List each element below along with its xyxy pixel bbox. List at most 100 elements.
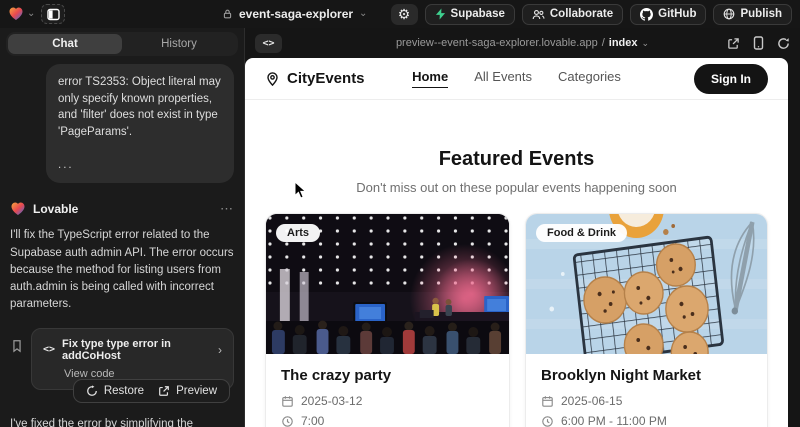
assistant-name: Lovable (33, 202, 78, 216)
clock-icon (541, 415, 554, 427)
lock-icon (222, 8, 233, 20)
preview-pane: <> preview--event-saga-explorer.lovable.… (245, 28, 800, 427)
site-brand-name: CityEvents (287, 70, 365, 87)
event-card-crazy-party[interactable]: Arts The crazy party 2025-03-1 (265, 213, 510, 427)
github-icon (640, 8, 653, 21)
preview-toolbar: <> preview--event-saga-explorer.lovable.… (245, 28, 800, 58)
chevron-right-icon: › (218, 343, 222, 357)
event-title: Brooklyn Night Market (541, 367, 752, 384)
restore-button[interactable]: Restore (86, 385, 144, 397)
main-split: Chat History error TS2353: Object litera… (0, 28, 800, 427)
collaborate-label: Collaborate (550, 8, 613, 20)
section-subtitle: Don't miss out on these popular events h… (245, 180, 788, 195)
event-date: 2025-06-15 (561, 394, 622, 408)
category-badge: Food & Drink (536, 224, 627, 242)
clock-icon (281, 415, 294, 427)
assistant-header: Lovable ⋯ (10, 201, 234, 217)
event-image-cookies: Food & Drink (526, 214, 767, 354)
globe-icon (723, 8, 735, 20)
preview-label: Preview (176, 385, 217, 397)
message-overflow-menu[interactable]: ⋯ (220, 201, 234, 217)
sign-in-button[interactable]: Sign In (694, 64, 768, 94)
chat-sidebar: Chat History error TS2353: Object litera… (0, 28, 245, 427)
calendar-icon (541, 395, 554, 408)
toggle-sidebar-button[interactable] (41, 4, 65, 24)
nav-all-events[interactable]: All Events (474, 69, 532, 88)
chevron-down-icon: ⌄ (359, 9, 367, 19)
event-time: 6:00 PM - 11:00 PM (561, 414, 667, 427)
github-button[interactable]: GitHub (630, 4, 706, 25)
site-iframe: CityEvents Home All Events Categories Si… (245, 58, 788, 427)
event-card-body: The crazy party 2025-03-12 (266, 354, 509, 427)
gear-icon: ⚙ (398, 6, 411, 23)
event-image-concert: Arts (266, 214, 509, 354)
lovable-logo-menu[interactable]: ⌄ (8, 6, 35, 22)
chevron-down-icon: ⌄ (642, 38, 650, 49)
event-title: The crazy party (281, 367, 494, 384)
supabase-bolt-icon (435, 8, 446, 20)
section-title: Featured Events (245, 148, 788, 171)
tab-chat[interactable]: Chat (8, 34, 122, 54)
preview-url-host: preview--event-saga-explorer.lovable.app (396, 37, 598, 49)
event-cards-grid: Arts The crazy party 2025-03-1 (245, 213, 788, 427)
lovable-app-window: ⌄ event-saga-explorer ⌄ ⚙ (0, 0, 800, 427)
code-change-block: <> Fix type type error in addCoHost › Vi… (10, 328, 234, 390)
event-meta: 2025-03-12 7:00 (281, 394, 494, 427)
path-separator: / (602, 37, 605, 49)
external-link-icon (158, 385, 170, 397)
project-switcher[interactable]: event-saga-explorer ⌄ (222, 0, 367, 28)
site-brand[interactable]: CityEvents (265, 70, 365, 87)
github-label: GitHub (658, 8, 696, 20)
version-toolbar: Restore Preview (73, 379, 230, 403)
event-meta: 2025-06-15 6:00 PM - 11:00 PM (541, 394, 752, 427)
supabase-button[interactable]: Supabase (425, 4, 515, 25)
site-header: CityEvents Home All Events Categories Si… (245, 58, 788, 100)
bookmark-icon[interactable] (10, 338, 24, 354)
lovable-heart-icon (10, 201, 26, 217)
lovable-heart-icon (8, 6, 24, 22)
project-name: event-saga-explorer (239, 7, 353, 21)
summary-text: I've fixed the error by simplifying the … (10, 418, 193, 427)
event-date-row: 2025-03-12 (281, 394, 494, 408)
restore-label: Restore (104, 385, 144, 397)
view-code-link[interactable]: View code (64, 368, 222, 380)
collaborate-people-icon (532, 9, 545, 20)
fix-card-title: Fix type type error in addCoHost (62, 338, 211, 362)
preview-url-bar[interactable]: preview--event-saga-explorer.lovable.app… (245, 28, 800, 58)
calendar-icon (281, 395, 294, 408)
category-badge: Arts (276, 224, 320, 242)
code-icon: <> (43, 344, 55, 355)
nav-categories[interactable]: Categories (558, 69, 621, 88)
publish-label: Publish (740, 8, 782, 20)
event-card-brooklyn-market[interactable]: Food & Drink Brooklyn Night Market (525, 213, 768, 427)
user-error-message: error TS2353: Object literal may only sp… (46, 64, 234, 183)
collaborate-button[interactable]: Collaborate (522, 4, 623, 25)
chevron-down-icon: ⌄ (27, 9, 35, 19)
chat-thread[interactable]: error TS2353: Object literal may only sp… (0, 58, 244, 427)
publish-button[interactable]: Publish (713, 4, 792, 25)
event-date: 2025-03-12 (301, 394, 362, 408)
event-date-row: 2025-06-15 (541, 394, 752, 408)
restore-icon (86, 385, 98, 397)
settings-button[interactable]: ⚙ (391, 4, 418, 25)
sidebar-tabs: Chat History (6, 32, 238, 56)
tab-history[interactable]: History (122, 34, 236, 54)
event-time-row: 6:00 PM - 11:00 PM (541, 414, 752, 427)
top-bar: ⌄ event-saga-explorer ⌄ ⚙ (0, 0, 800, 28)
preview-button[interactable]: Preview (158, 385, 217, 397)
event-card-body: Brooklyn Night Market 2025-06-15 (526, 354, 767, 427)
fix-card-header: <> Fix type type error in addCoHost › (43, 338, 222, 362)
assistant-summary-message: I've fixed the error by simplifying the … (10, 416, 234, 427)
nav-home[interactable]: Home (412, 69, 448, 88)
preview-page-name: index (609, 37, 638, 49)
top-bar-left: ⌄ (8, 4, 65, 24)
error-ellipsis: ... (58, 157, 222, 174)
panel-layout-icon (47, 8, 60, 21)
featured-section-header: Featured Events Don't miss out on these … (245, 100, 788, 195)
event-time: 7:00 (301, 414, 324, 427)
event-time-row: 7:00 (281, 414, 494, 427)
location-pin-icon (265, 71, 280, 87)
top-bar-actions: ⚙ Supabase Collaborate (391, 4, 792, 25)
assistant-intro-message: I'll fix the TypeScript error related to… (10, 227, 234, 313)
error-text: error TS2353: Object literal may only sp… (58, 74, 222, 141)
